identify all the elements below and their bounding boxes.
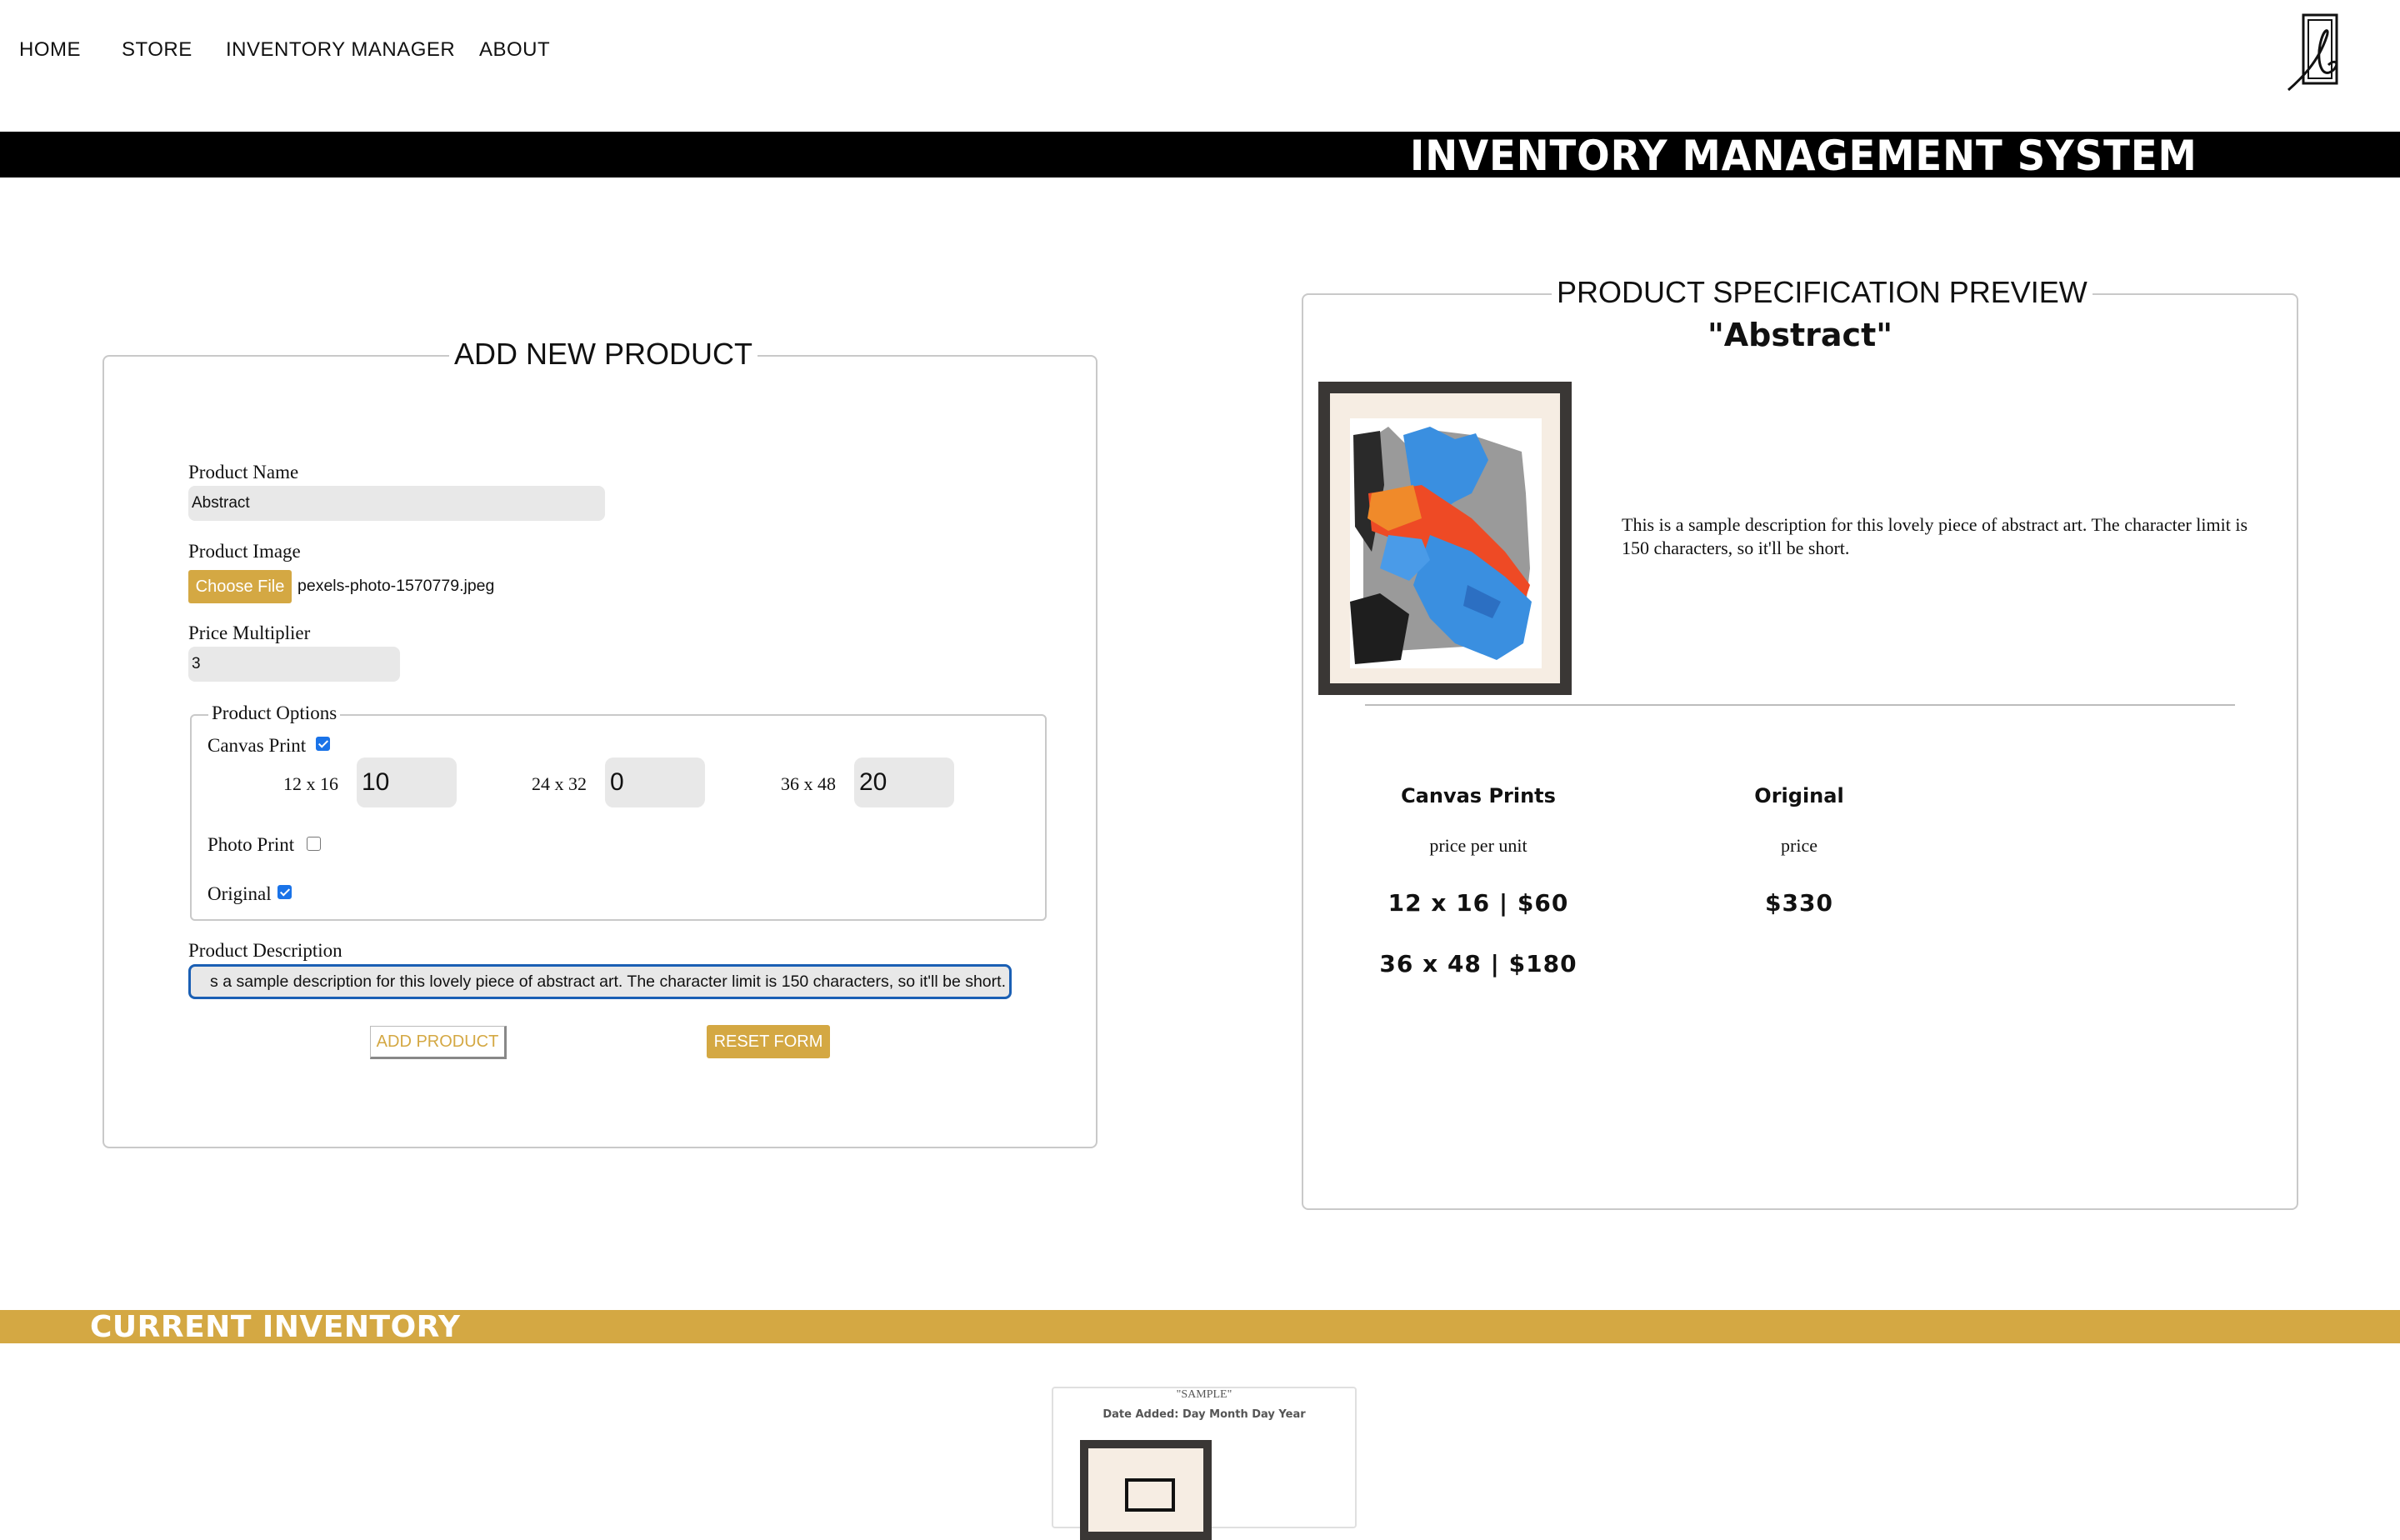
preview-product-name: "Abstract" bbox=[1707, 317, 1893, 353]
size-12x16-label: 12 x 16 bbox=[283, 773, 338, 794]
product-name-label: Product Name bbox=[188, 462, 299, 482]
canvas-print-checkbox[interactable] bbox=[316, 737, 330, 751]
canvas-prints-subheading: price per unit bbox=[1429, 835, 1528, 856]
sample-card-name: "SAMPLE" bbox=[1176, 1388, 1232, 1401]
inventory-sample-card[interactable]: "SAMPLE" Date Added: Day Month Day Year bbox=[1052, 1387, 1357, 1540]
original-label: Original bbox=[208, 883, 272, 904]
reset-form-button[interactable]: RESET FORM bbox=[707, 1025, 830, 1058]
preview-description: This is a sample description for this lo… bbox=[1622, 514, 2248, 558]
nav-inventory-manager-link[interactable]: INVENTORY MANAGER bbox=[226, 38, 455, 62]
original-heading: Original bbox=[1754, 784, 1844, 808]
price-multiplier-label: Price Multiplier bbox=[188, 622, 311, 643]
sample-card-date: Date Added: Day Month Day Year bbox=[1102, 1408, 1306, 1421]
current-inventory-title: CURRENT INVENTORY bbox=[90, 1310, 461, 1344]
size-12x16-quantity-input[interactable]: 10 bbox=[357, 758, 457, 808]
nav-home-link[interactable]: HOME bbox=[19, 38, 81, 62]
canvas-price-row: 36 x 48 | $180 bbox=[1379, 950, 1578, 978]
brand-logo[interactable] bbox=[2285, 12, 2345, 93]
page-title: INVENTORY MANAGEMENT SYSTEM bbox=[1410, 132, 2198, 180]
size-36x48-label: 36 x 48 bbox=[781, 773, 836, 794]
nav-about-link[interactable]: ABOUT bbox=[479, 38, 550, 62]
product-options-legend: Product Options bbox=[208, 702, 341, 724]
selected-file-name: pexels-photo-1570779.jpeg bbox=[298, 577, 495, 595]
sample-card-image bbox=[1080, 1440, 1212, 1540]
original-price: $330 bbox=[1765, 889, 1833, 917]
choose-file-button[interactable]: Choose File bbox=[188, 570, 292, 603]
product-description-label: Product Description bbox=[188, 940, 342, 961]
current-inventory-bar: CURRENT INVENTORY bbox=[0, 1310, 2400, 1344]
page-banner: INVENTORY MANAGEMENT SYSTEM bbox=[0, 132, 2400, 180]
canvas-print-label: Canvas Print bbox=[208, 735, 307, 756]
product-preview-image bbox=[1318, 382, 1572, 695]
canvas-prints-heading: Canvas Prints bbox=[1401, 784, 1556, 808]
original-subheading: price bbox=[1781, 835, 1818, 856]
original-checkbox[interactable] bbox=[278, 885, 292, 899]
photo-print-checkbox[interactable] bbox=[307, 837, 321, 851]
product-name-input[interactable]: Abstract bbox=[188, 486, 605, 521]
size-36x48-quantity-input[interactable]: 20 bbox=[854, 758, 954, 808]
nav-store-link[interactable]: STORE bbox=[122, 38, 192, 62]
product-description-input[interactable]: s a sample description for this lovely p… bbox=[188, 964, 1012, 999]
placeholder-image-icon bbox=[1125, 1478, 1175, 1512]
canvas-price-row: 12 x 16 | $60 bbox=[1388, 889, 1569, 917]
product-preview-legend: PRODUCT SPECIFICATION PREVIEW bbox=[1552, 275, 2092, 310]
add-product-button[interactable]: ADD PRODUCT bbox=[370, 1026, 507, 1059]
abstract-artwork-graphic bbox=[1350, 418, 1542, 668]
price-multiplier-input[interactable]: 3 bbox=[188, 647, 400, 682]
top-nav: HOME STORE INVENTORY MANAGER ABOUT bbox=[0, 0, 2400, 132]
preview-divider bbox=[1365, 704, 2235, 706]
size-24x32-quantity-input[interactable]: 0 bbox=[605, 758, 705, 808]
add-product-legend: ADD NEW PRODUCT bbox=[449, 337, 758, 372]
size-24x32-label: 24 x 32 bbox=[532, 773, 587, 794]
product-description-text: s a sample description for this lovely p… bbox=[210, 972, 1006, 991]
photo-print-label: Photo Print bbox=[208, 834, 295, 855]
product-image-label: Product Image bbox=[188, 541, 301, 562]
